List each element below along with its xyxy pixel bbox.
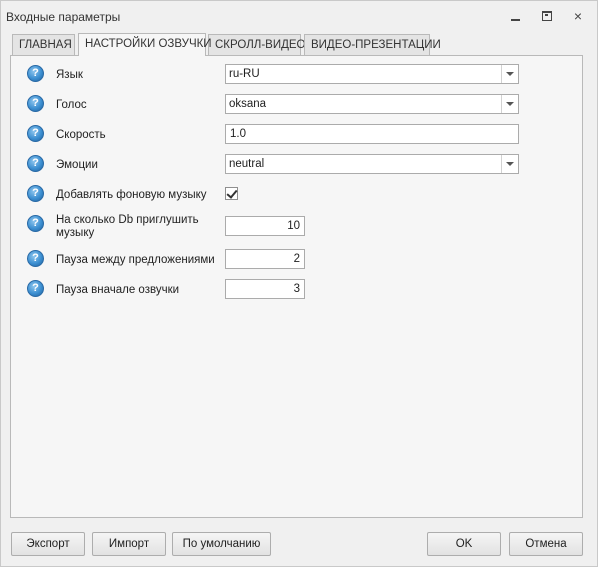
import-button[interactable]: Импорт (92, 532, 166, 556)
pause-start-input[interactable]: 3 (225, 279, 305, 299)
voice-value: oksana (229, 98, 267, 110)
chevron-down-icon (506, 162, 514, 166)
help-icon[interactable]: ? (27, 155, 44, 172)
title-bar[interactable]: Входные параметры × (1, 1, 597, 31)
maximize-button[interactable] (538, 8, 556, 24)
emotion-label: Эмоции (56, 159, 98, 171)
close-button[interactable]: × (569, 8, 587, 24)
minimize-button[interactable] (506, 8, 524, 24)
help-icon[interactable]: ? (27, 95, 44, 112)
speed-label: Скорость (56, 129, 106, 141)
voice-label: Голос (56, 99, 87, 111)
dropdown-button[interactable] (501, 65, 518, 83)
tab-video-presentations[interactable]: ВИДЕО-ПРЕЗЕНТАЦИИ (304, 34, 441, 55)
window-title: Входные параметры (6, 10, 121, 24)
tab-scroll-video[interactable]: СКРОЛЛ-ВИДЕО (208, 34, 306, 55)
music-db-input[interactable]: 10 (225, 216, 305, 236)
tab-main[interactable]: ГЛАВНАЯ (12, 34, 75, 55)
help-icon[interactable]: ? (27, 280, 44, 297)
dropdown-button[interactable] (501, 155, 518, 173)
help-icon[interactable]: ? (27, 185, 44, 202)
dialog-window: Входные параметры × ГЛАВНАЯ НАСТРОЙКИ ОЗ… (0, 0, 598, 567)
speed-input[interactable]: 1.0 (225, 124, 519, 144)
emotion-value: neutral (229, 158, 265, 170)
help-icon[interactable]: ? (27, 215, 44, 232)
speed-value: 1.0 (230, 128, 246, 140)
background-music-label: Добавлять фоновую музыку (56, 189, 207, 201)
defaults-button[interactable]: По умолчанию (172, 532, 271, 556)
music-db-value: 10 (287, 220, 300, 232)
pause-start-label: Пауза вначале озвучки (56, 284, 180, 296)
maximize-icon (542, 11, 552, 21)
close-icon: × (573, 8, 583, 24)
settings-panel: ? Язык ru-RU ? Голос oksana ? Скорость 1… (10, 55, 583, 518)
cancel-button[interactable]: Отмена (509, 532, 583, 556)
music-db-label: На сколько Db приглушить музыку (56, 214, 199, 239)
language-label: Язык (56, 69, 83, 81)
voice-select[interactable]: oksana (225, 94, 519, 114)
pause-sentences-label: Пауза между предложениями (56, 254, 215, 266)
help-icon[interactable]: ? (27, 250, 44, 267)
chevron-down-icon (506, 72, 514, 76)
tab-voice-settings[interactable]: НАСТРОЙКИ ОЗВУЧКИ (78, 33, 212, 56)
pause-sentences-value: 2 (293, 253, 300, 265)
help-icon[interactable]: ? (27, 65, 44, 82)
checkmark-icon (226, 187, 238, 199)
help-icon[interactable]: ? (27, 125, 44, 142)
background-music-checkbox[interactable] (225, 187, 238, 200)
pause-sentences-input[interactable]: 2 (225, 249, 305, 269)
language-select[interactable]: ru-RU (225, 64, 519, 84)
dropdown-button[interactable] (501, 95, 518, 113)
chevron-down-icon (506, 102, 514, 106)
emotion-select[interactable]: neutral (225, 154, 519, 174)
pause-start-value: 3 (293, 283, 300, 295)
export-button[interactable]: Экспорт (11, 532, 85, 556)
ok-button[interactable]: OK (427, 532, 501, 556)
minimize-icon (510, 19, 520, 21)
language-value: ru-RU (229, 68, 260, 80)
